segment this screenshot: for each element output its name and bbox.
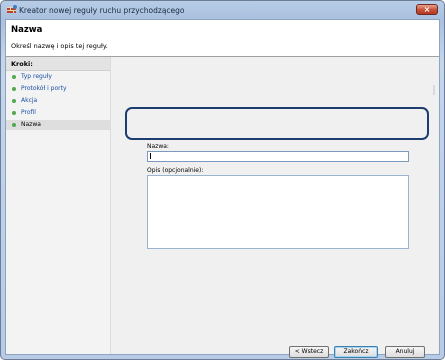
- step-profil[interactable]: Profil: [6, 108, 110, 118]
- steps-heading-label: Kroki:: [11, 60, 33, 68]
- focus-highlight: [125, 107, 429, 140]
- step-nazwa[interactable]: Nazwa: [6, 120, 110, 130]
- step-status-icon: [12, 87, 16, 91]
- scroll-indicator: [433, 85, 435, 95]
- wizard-client-area: Nazwa Określ nazwę i opis tej reguły. Kr…: [5, 19, 440, 358]
- step-label: Profil: [21, 109, 36, 116]
- step-typ-reguly[interactable]: Typ reguły: [6, 72, 110, 82]
- steps-panel: Kroki: Typ reguły Protokół i porty Akcja…: [6, 57, 111, 354]
- name-input[interactable]: [147, 151, 409, 162]
- close-button[interactable]: ×: [416, 4, 438, 15]
- content-panel: Nazwa: Opis (opcjonalnie): < Wstecz Zako…: [111, 57, 439, 358]
- step-status-icon: [12, 111, 16, 115]
- step-status-icon: [12, 99, 16, 103]
- cancel-button[interactable]: Anuluj: [385, 346, 425, 358]
- step-akcja[interactable]: Akcja: [6, 96, 110, 106]
- title-bar[interactable]: Kreator nowej reguły ruchu przychodząceg…: [1, 1, 444, 19]
- text-cursor: [150, 153, 151, 159]
- window-title: Kreator nowej reguły ruchu przychodząceg…: [19, 6, 185, 15]
- step-label: Protokół i porty: [21, 85, 67, 92]
- description-label: Opis (opcjonalnie):: [147, 167, 204, 174]
- finish-button[interactable]: Zakończ: [334, 346, 378, 358]
- wizard-header: Nazwa Określ nazwę i opis tej reguły.: [6, 20, 439, 57]
- page-title: Nazwa: [11, 25, 43, 35]
- page-subtitle: Określ nazwę i opis tej reguły.: [11, 42, 108, 50]
- back-button[interactable]: < Wstecz: [289, 346, 329, 358]
- step-status-icon: [12, 123, 16, 127]
- steps-heading: Kroki:: [6, 57, 110, 71]
- step-status-icon: [12, 75, 16, 79]
- step-label: Nazwa: [21, 121, 41, 128]
- name-label: Nazwa:: [147, 143, 169, 150]
- close-icon: ×: [423, 5, 431, 14]
- step-label: Akcja: [21, 97, 38, 104]
- wizard-window: Kreator nowej reguły ruchu przychodząceg…: [0, 0, 445, 360]
- wizard-body: Kroki: Typ reguły Protokół i porty Akcja…: [6, 57, 439, 358]
- step-label: Typ reguły: [21, 73, 52, 80]
- firewall-icon: [7, 5, 17, 13]
- description-textarea[interactable]: [147, 175, 409, 249]
- step-protokol-i-porty[interactable]: Protokół i porty: [6, 84, 110, 94]
